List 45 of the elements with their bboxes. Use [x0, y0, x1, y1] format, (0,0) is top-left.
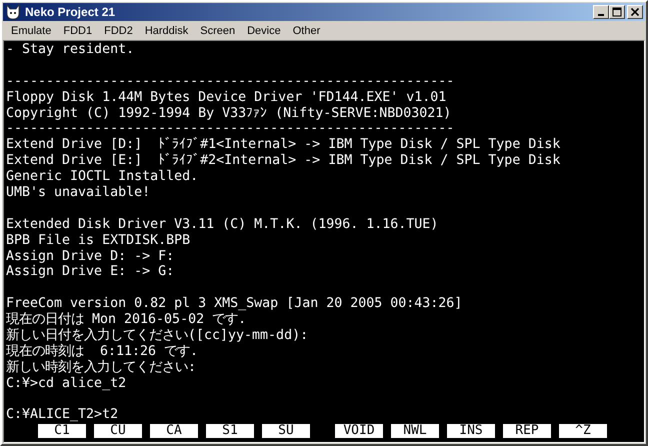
- function-key[interactable]: ^Z: [559, 424, 607, 438]
- cat-icon: [5, 4, 21, 20]
- function-key[interactable]: REP: [503, 424, 551, 438]
- maximize-button[interactable]: [609, 5, 625, 19]
- console-line: 現在の時刻は 6:11:26 です.: [6, 344, 200, 360]
- console-line: Assign Drive D: -> F:: [6, 248, 176, 264]
- console-line: --------------------------------------------------------: [6, 74, 456, 90]
- function-key[interactable]: CU: [94, 424, 142, 438]
- menu-item[interactable]: FDD2: [98, 24, 139, 36]
- menu-item[interactable]: Screen: [194, 24, 242, 36]
- console-line: 新しい日付を入力してください([cc]yy-mm-dd):: [6, 328, 310, 344]
- minimize-icon: [598, 14, 604, 16]
- console-line: - Stay resident.: [6, 42, 136, 58]
- window-title: Neko Project 21: [25, 5, 116, 19]
- console-line: Generic IOCTL Installed.: [6, 169, 200, 186]
- console-line: Extend Drive [D:] ﾄﾞﾗｲﾌﾞ#1<Internal> -> IBM Type Disk / SPL Type Disk: [6, 137, 562, 153]
- function-key[interactable]: S1: [206, 424, 254, 438]
- function-key[interactable]: C1: [38, 424, 86, 438]
- console-line: 新しい時刻を入力してください:: [6, 360, 198, 376]
- console-line: Assign Drive E: -> G:: [6, 264, 176, 280]
- menu-item[interactable]: Harddisk: [138, 24, 194, 36]
- menu-item[interactable]: FDD1: [57, 24, 98, 36]
- function-key[interactable]: INS: [447, 424, 495, 438]
- minimize-button[interactable]: [593, 5, 609, 19]
- console-line: Floppy Disk 1.44M Bytes Device Driver 'FD144.EXE' v1.01: [6, 90, 448, 106]
- function-key[interactable]: CA: [150, 424, 198, 438]
- console-line: 現在の日付は Mon 2016-05-02 です.: [6, 312, 248, 328]
- maximize-icon: [612, 7, 622, 17]
- menu-item[interactable]: Device: [241, 24, 287, 36]
- menu-item[interactable]: Emulate: [5, 24, 58, 36]
- menu-item[interactable]: Other: [286, 24, 326, 36]
- console-line: Copyright (C) 1992-1994 By V33ﾌｧﾝ (Nifty-SERVE:NBD03021): [6, 106, 452, 122]
- console-line: C:¥ALICE_T2>t2: [6, 407, 120, 424]
- console-line: BPB File is EXTDISK.BPB: [6, 232, 192, 249]
- close-button[interactable]: [627, 5, 643, 19]
- console-line: C:¥>cd alice_t2: [6, 376, 128, 392]
- console-line: --------------------------------------------------------: [6, 121, 456, 137]
- console-line: UMB's unavailable!: [6, 185, 152, 201]
- function-key[interactable]: SU: [262, 424, 310, 438]
- console-line: Extend Drive [E:] ﾄﾞﾗｲﾌﾞ#2<Internal> -> IBM Type Disk / SPL Type Disk: [6, 153, 562, 170]
- function-key[interactable]: VOID: [335, 424, 383, 438]
- function-key[interactable]: NWL: [391, 424, 439, 438]
- console-line: Extended Disk Driver V3.11 (C) M.T.K. (1996. 1.16.TUE): [6, 216, 440, 233]
- close-icon: [630, 7, 640, 17]
- console-line: FreeCom version 0.82 pl 3 XMS_Swap [Jan 20 2005 00:43:26]: [6, 296, 464, 312]
